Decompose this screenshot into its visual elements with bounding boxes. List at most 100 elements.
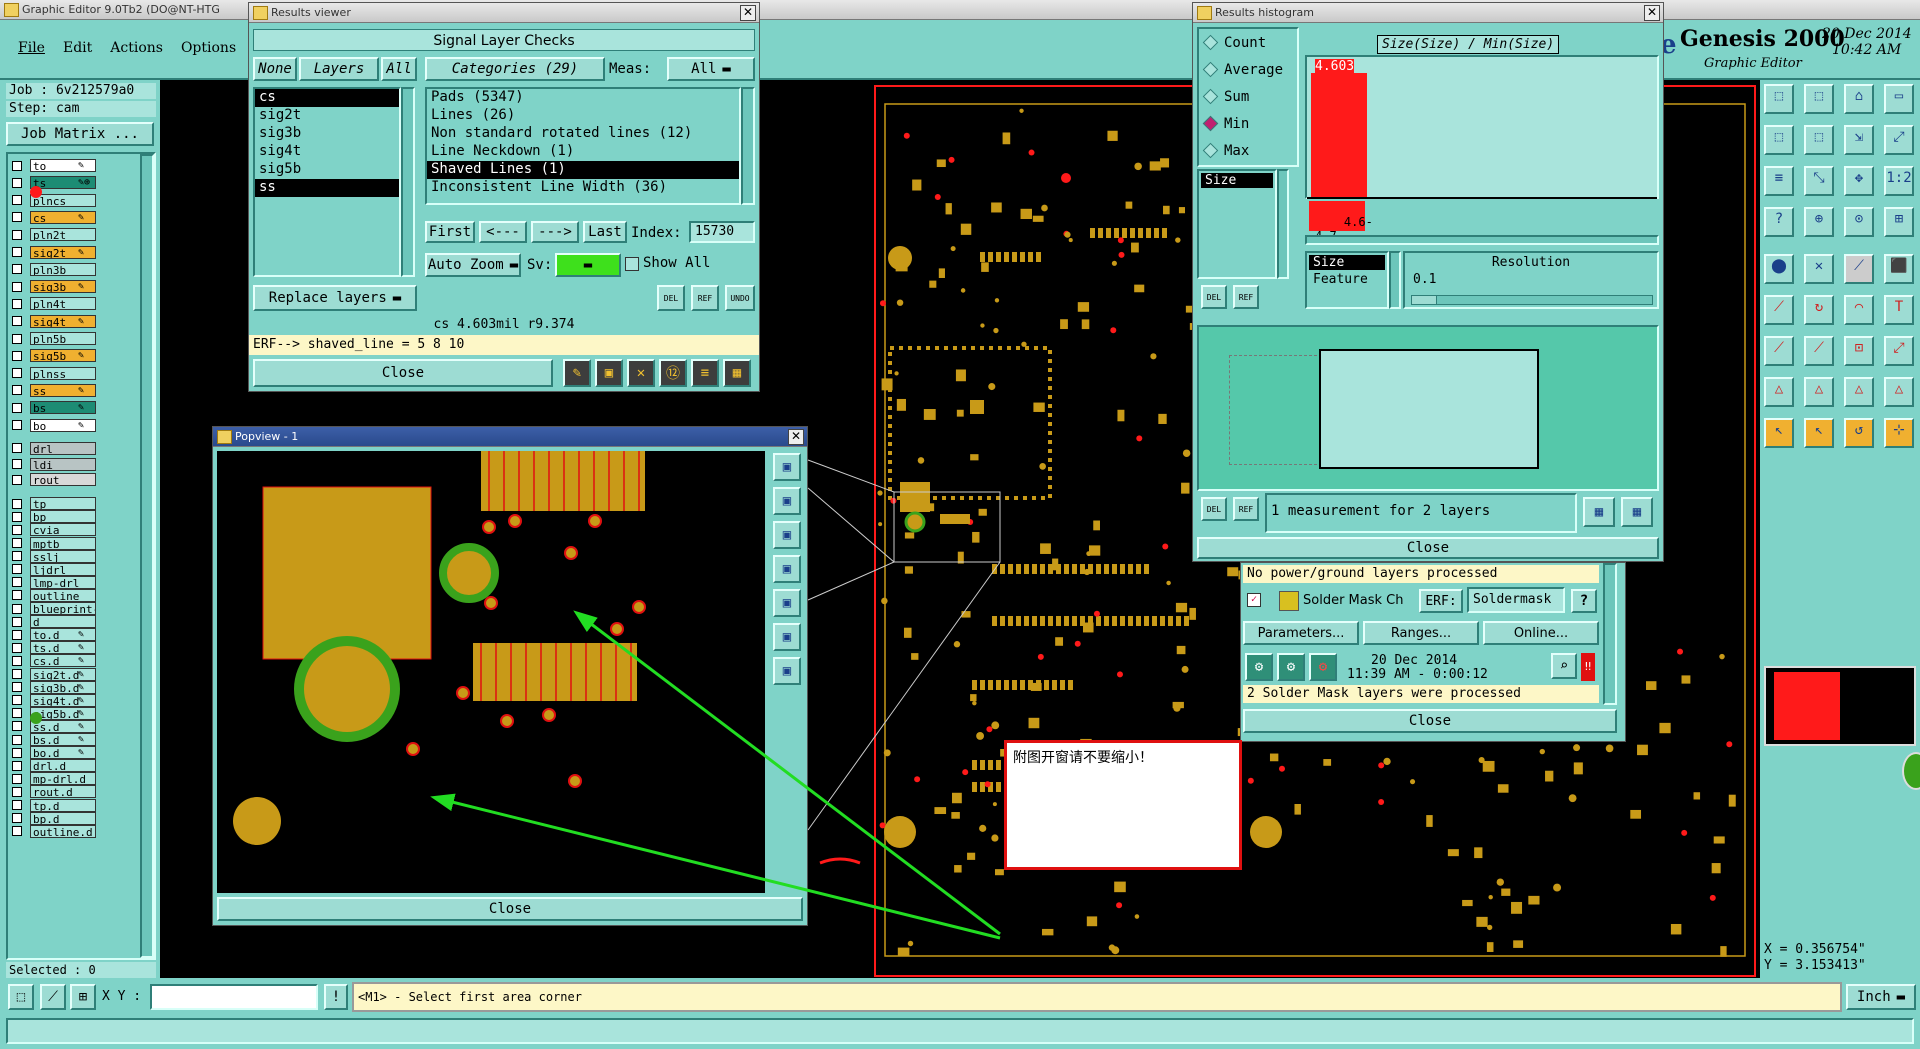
tool-cut[interactable]: ⟋ xyxy=(1844,254,1874,284)
help-button[interactable]: ? xyxy=(1571,589,1597,613)
menu-options[interactable]: Options xyxy=(181,40,236,56)
xaxis-scrollbar[interactable] xyxy=(1389,251,1401,309)
tool-window[interactable]: ▭ xyxy=(1884,84,1914,114)
mini-map[interactable] xyxy=(1764,666,1916,746)
layer-checkbox[interactable] xyxy=(12,826,22,837)
tool-help[interactable]: ? xyxy=(1764,207,1794,237)
layer-name[interactable]: pln4t xyxy=(30,297,96,311)
tool-handle[interactable]: ⊹ xyxy=(1884,418,1914,448)
viewer-tool-1[interactable]: ✎ xyxy=(563,359,591,387)
preview-del-button[interactable]: DEL xyxy=(1201,497,1227,521)
tool-fill[interactable]: ⬛ xyxy=(1884,254,1914,284)
tool-add-line[interactable]: ⟋ xyxy=(1764,295,1794,325)
tool-grid[interactable]: ⬚ xyxy=(1764,125,1794,155)
layer-checkbox[interactable] xyxy=(12,368,22,379)
tool-zoom-1-2[interactable]: 1:2 xyxy=(1884,166,1914,196)
tool-rotate[interactable]: ↻ xyxy=(1804,295,1834,325)
popview-close-button[interactable]: Close xyxy=(217,897,803,921)
xaxis-size[interactable]: Size xyxy=(1309,255,1385,270)
result-layer-item[interactable]: sig5b xyxy=(255,161,399,179)
layer-checkbox[interactable] xyxy=(12,538,22,548)
viewer-tool-6[interactable]: ▦ xyxy=(723,359,751,387)
category-item[interactable]: Pads (5347) xyxy=(427,89,739,107)
tool-text[interactable]: T xyxy=(1884,295,1914,325)
layer-name[interactable]: bp xyxy=(30,510,96,524)
tool-select-arc[interactable]: △ xyxy=(1804,377,1834,407)
run-button-1[interactable]: ⚙ xyxy=(1245,653,1273,681)
category-item[interactable]: Inconsistent Line Width (36) xyxy=(427,179,739,197)
layer-row[interactable]: sig5b ✎ xyxy=(12,348,96,363)
tool-copy[interactable]: ⬚ xyxy=(1804,125,1834,155)
stat-option-sum[interactable]: Sum xyxy=(1199,83,1297,110)
categories-listbox[interactable]: Pads (5347) Lines (26) Non standard rotate… xyxy=(425,87,741,205)
layer-name[interactable]: ljdrl xyxy=(30,562,96,576)
measure-tool[interactable]: ⟋ xyxy=(40,984,66,1010)
layer-checkbox[interactable] xyxy=(12,616,22,627)
alert-button[interactable]: ! xyxy=(324,984,348,1010)
layer-name[interactable]: blueprint-b xyxy=(30,602,96,615)
tool-fit[interactable]: ⤡ xyxy=(1804,166,1834,196)
solder-scrollbar[interactable] xyxy=(1603,563,1617,705)
tool-select-area[interactable]: △ xyxy=(1884,377,1914,407)
none-button[interactable]: None xyxy=(253,57,297,81)
layer-name[interactable]: mptb xyxy=(30,536,96,550)
layer-row[interactable]: pln3b xyxy=(12,262,96,277)
tool-layers[interactable]: ≡ xyxy=(1764,166,1794,196)
viewer-tool-4[interactable]: ⑫ xyxy=(659,359,687,387)
tool-select[interactable]: ↖ xyxy=(1804,418,1834,448)
categories-tab[interactable]: Categories (29) xyxy=(425,57,605,81)
layer-row[interactable]: ldi xyxy=(12,457,96,472)
popview-canvas[interactable] xyxy=(217,451,765,893)
layer-name[interactable]: rout.d xyxy=(30,785,96,799)
categories-scrollbar[interactable] xyxy=(741,87,755,205)
job-matrix-button[interactable]: Job Matrix ... xyxy=(6,122,154,146)
layer-checkbox[interactable] xyxy=(12,577,22,588)
tool-path[interactable]: ⟋ xyxy=(1804,336,1834,366)
tool-open[interactable]: ⬚ xyxy=(1764,84,1794,114)
size-item[interactable]: Size xyxy=(1201,173,1273,188)
layer-checkbox[interactable] xyxy=(12,551,22,562)
layer-name[interactable]: tp.d xyxy=(30,798,96,812)
tool-move[interactable]: ⇲ xyxy=(1844,125,1874,155)
layer-name[interactable]: pln2t xyxy=(30,228,96,242)
layer-row[interactable]: pln5b xyxy=(12,331,96,346)
tool-rotate-select[interactable]: ↺ xyxy=(1844,418,1874,448)
run-button-2[interactable]: ⚙ xyxy=(1277,653,1305,681)
layer-checkbox[interactable] xyxy=(12,682,22,693)
layer-name[interactable]: d xyxy=(30,615,96,629)
layer-row[interactable]: cs ✎ xyxy=(12,210,96,225)
histogram-bar[interactable] xyxy=(1311,73,1367,198)
layer-checkbox[interactable] xyxy=(12,281,22,292)
histogram-plot[interactable]: 4.603 xyxy=(1305,55,1659,199)
close-icon[interactable]: ✕ xyxy=(788,429,804,445)
layer-name[interactable]: drl xyxy=(30,441,96,455)
prev-button[interactable]: <--- xyxy=(479,221,527,243)
layer-checkbox[interactable] xyxy=(12,333,22,344)
layer-checkbox[interactable] xyxy=(12,655,22,666)
result-layer-item[interactable]: ss xyxy=(255,179,399,197)
layer-checkbox[interactable] xyxy=(12,813,22,824)
layer-checkbox[interactable] xyxy=(12,564,22,575)
layer-row[interactable]: pln2t xyxy=(12,227,96,242)
layer-row[interactable]: plncs xyxy=(12,193,96,208)
layer-checkbox[interactable] xyxy=(12,459,22,470)
tool-zoom-in[interactable]: ✥ xyxy=(1844,166,1874,196)
layer-checkbox[interactable] xyxy=(12,603,22,614)
next-button[interactable]: ---> xyxy=(531,221,579,243)
layer-checkbox[interactable] xyxy=(12,316,22,327)
result-layer-item[interactable]: sig2t xyxy=(255,107,399,125)
index-input[interactable]: 15730 xyxy=(689,221,755,243)
check-enable-checkbox[interactable]: ✓ xyxy=(1247,593,1261,607)
auto-zoom-select[interactable]: Auto Zoom ▬ xyxy=(425,253,521,277)
menu-edit[interactable]: Edit xyxy=(63,40,92,56)
layer-name[interactable]: bp.d xyxy=(30,811,96,825)
histogram-hscroll[interactable] xyxy=(1305,235,1659,245)
tool-arc[interactable]: ⌒ xyxy=(1844,295,1874,325)
replace-layers-select[interactable]: Replace layers ▬ xyxy=(253,285,417,311)
tool-edit-line[interactable]: ⟋ xyxy=(1764,336,1794,366)
run-button-3[interactable]: ⚙ xyxy=(1309,653,1337,681)
select-tool[interactable]: ⬚ xyxy=(8,984,34,1010)
layer-checkbox[interactable] xyxy=(12,229,22,240)
tool-resize[interactable]: ⤢ xyxy=(1884,125,1914,155)
layer-checkbox[interactable] xyxy=(12,298,22,309)
